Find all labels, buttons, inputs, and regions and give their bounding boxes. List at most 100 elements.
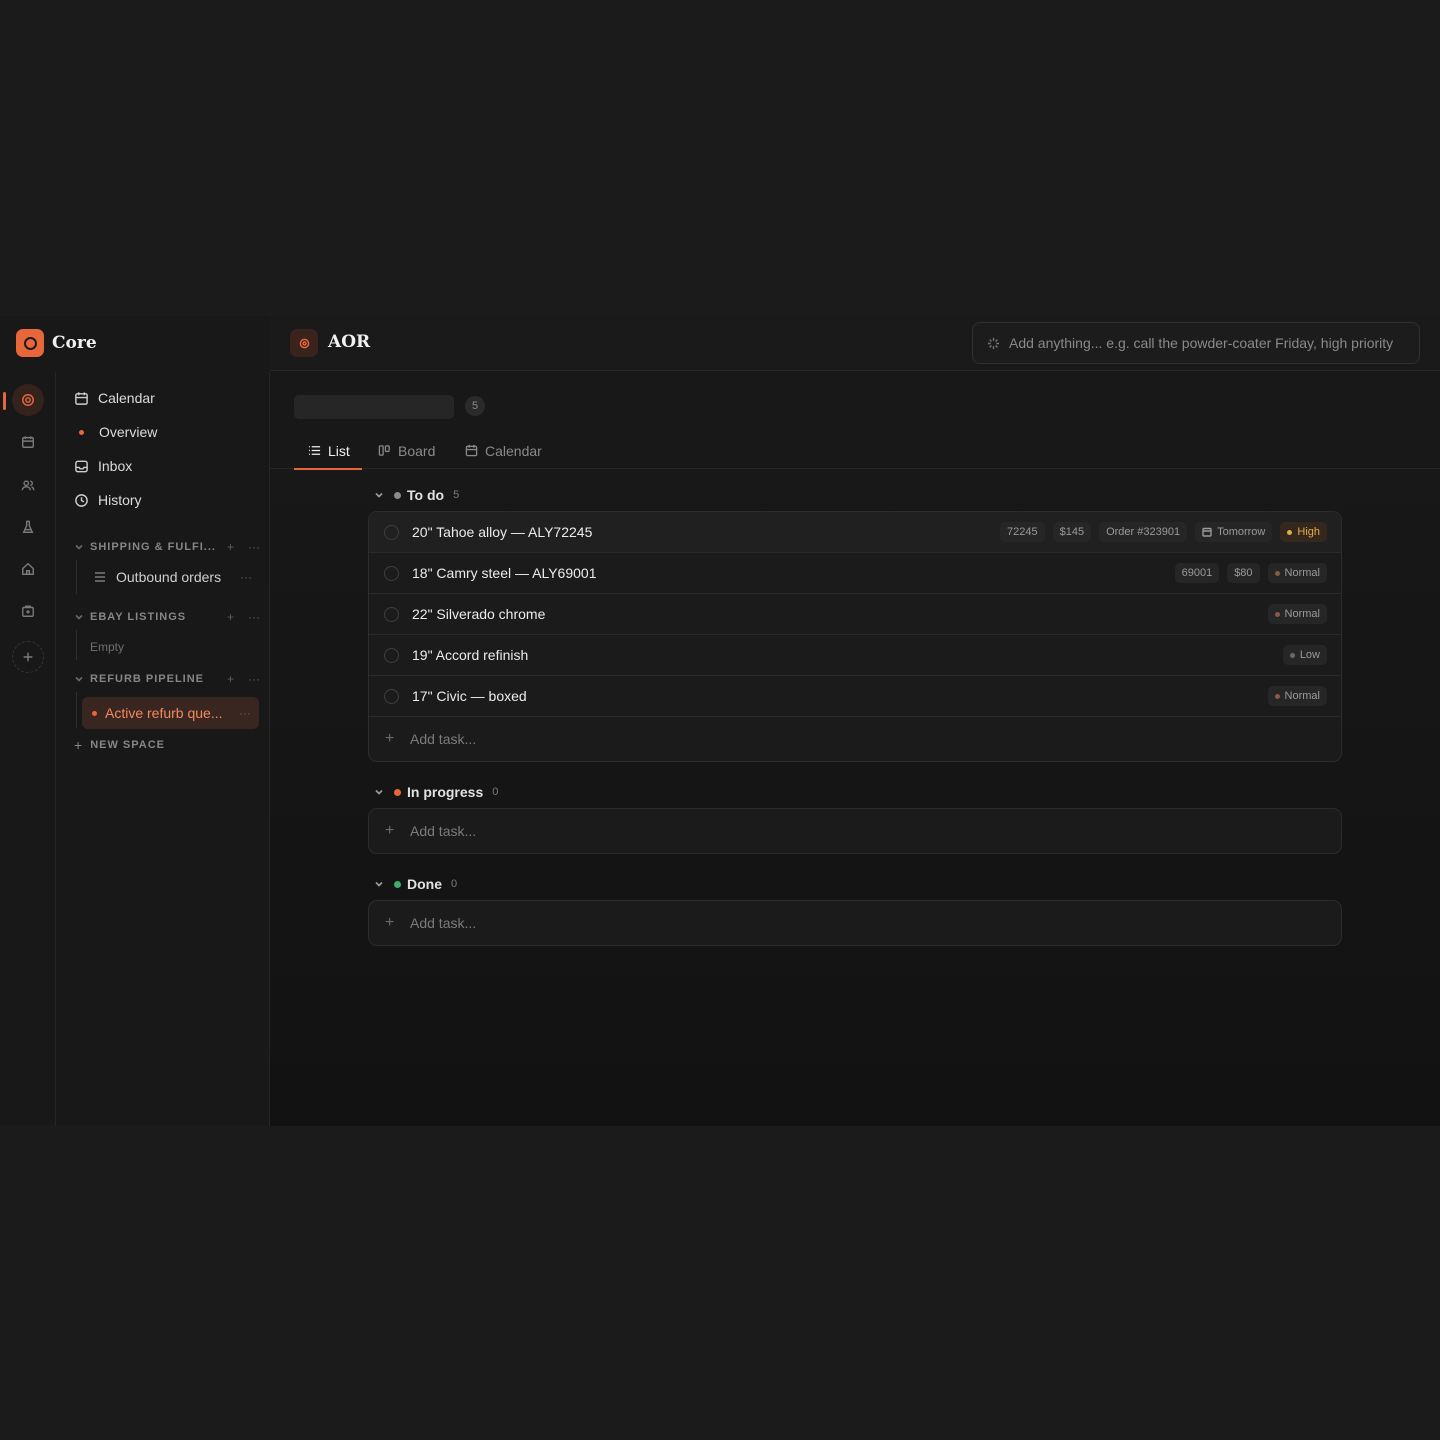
section-ebay-listings[interactable]: EBAY LISTINGS + ··· — [74, 607, 260, 627]
section-add-icon[interactable]: + — [227, 540, 234, 554]
task-checkbox[interactable] — [384, 688, 399, 704]
task-title: 22" Silverado chrome — [412, 606, 546, 622]
new-space-label: NEW SPACE — [90, 739, 165, 751]
sidebar-item-active-refurb-queue[interactable]: Active refurb que... ··· — [82, 697, 259, 729]
group-count: 0 — [451, 878, 458, 890]
brand[interactable]: Core — [16, 329, 97, 357]
sidebar-item-outbound-orders[interactable]: Outbound orders ··· — [86, 563, 260, 591]
more-icon[interactable]: ··· — [240, 570, 252, 584]
calendar-icon — [22, 436, 34, 448]
sub-item-label: Active refurb que... — [105, 705, 223, 721]
priority-dot-icon — [1287, 529, 1293, 535]
tab-list[interactable]: List — [294, 432, 362, 470]
task-row[interactable]: 17" Civic — boxed Normal — [369, 676, 1341, 717]
sidebar-item-overview[interactable]: Overview — [74, 419, 157, 445]
list-icon — [308, 446, 321, 455]
rail-home-button[interactable] — [12, 553, 44, 585]
calendar-icon — [1202, 527, 1212, 537]
sidebar-item-label: Inbox — [98, 458, 133, 474]
group-count: 5 — [453, 489, 460, 501]
tab-calendar[interactable]: Calendar — [465, 432, 542, 469]
list-icon — [95, 572, 105, 582]
sidebar-item-label: Overview — [99, 424, 158, 440]
add-task-button[interactable]: + Add task... — [369, 809, 1341, 853]
status-dot-icon — [394, 788, 401, 796]
page-title: AOR — [328, 332, 371, 352]
tab-board[interactable]: Board — [378, 432, 435, 469]
section-title: SHIPPING & FULFI... — [90, 541, 216, 553]
section-add-icon[interactable]: + — [227, 610, 234, 624]
task-checkbox[interactable] — [384, 647, 399, 663]
list-title-input[interactable] — [294, 395, 454, 419]
status-dot-icon — [394, 880, 401, 888]
rail-add-button[interactable] — [12, 641, 44, 673]
tab-label: List — [328, 442, 350, 459]
sidebar-item-history[interactable]: History — [74, 487, 142, 513]
sidebar: Calendar Overview Inbox History SHIPPING… — [56, 372, 270, 1126]
group-card-in-progress: + Add task... — [368, 808, 1342, 854]
more-icon[interactable]: ··· — [239, 706, 251, 720]
tree-line — [76, 630, 77, 660]
rail-target-button[interactable] — [12, 384, 44, 416]
task-checkbox[interactable] — [384, 524, 399, 540]
topbar: AOR Add anything... e.g. call the powder… — [270, 316, 1440, 371]
view-tabs: List Board Calendar — [270, 432, 1440, 470]
sparkle-icon — [987, 337, 1000, 349]
priority-badge[interactable]: Normal — [1267, 686, 1327, 706]
priority-badge[interactable]: Normal — [1267, 604, 1327, 624]
group-name: To do — [407, 487, 445, 503]
new-space-button[interactable]: + NEW SPACE — [74, 735, 165, 755]
chevron-down-icon — [75, 676, 83, 682]
chevron-down-icon — [75, 614, 83, 620]
rail-flask-button[interactable] — [12, 511, 44, 543]
sidebar-item-inbox[interactable]: Inbox — [74, 453, 132, 479]
section-shipping[interactable]: SHIPPING & FULFI... + ··· — [74, 537, 260, 557]
tree-line — [76, 560, 77, 594]
priority-badge[interactable]: Normal — [1267, 563, 1327, 583]
section-empty-label: Empty — [90, 640, 125, 654]
priority-badge[interactable]: High — [1280, 522, 1327, 542]
task-row[interactable]: 18" Camry steel — ALY69001 69001 $80 Nor… — [369, 553, 1341, 594]
section-add-icon[interactable]: + — [227, 672, 234, 686]
group-header-in-progress[interactable]: In progress 0 — [374, 782, 498, 802]
space-target-icon — [290, 329, 318, 357]
task-row[interactable]: 22" Silverado chrome Normal — [369, 594, 1341, 635]
group-name: In progress — [407, 784, 484, 800]
status-dot-icon — [394, 491, 401, 499]
section-more-icon[interactable]: ··· — [248, 610, 260, 624]
section-more-icon[interactable]: ··· — [248, 540, 260, 554]
priority-dot-icon — [1289, 652, 1295, 658]
priority-label: Normal — [1284, 567, 1320, 579]
brand-logo-icon — [16, 329, 44, 357]
task-checkbox[interactable] — [384, 565, 399, 581]
brand-name: Core — [52, 333, 97, 353]
sub-item-label: Outbound orders — [116, 569, 222, 585]
quick-add-input[interactable]: Add anything... e.g. call the powder-coa… — [972, 322, 1420, 364]
priority-badge[interactable]: Low — [1282, 645, 1327, 665]
task-row[interactable]: 20" Tahoe alloy — ALY72245 72245 $145 Or… — [369, 512, 1341, 553]
rail-calendar-button[interactable] — [12, 426, 44, 458]
rail-medkit-button[interactable] — [12, 595, 44, 627]
group-card-todo: 20" Tahoe alloy — ALY72245 72245 $145 Or… — [368, 511, 1342, 762]
section-more-icon[interactable]: ··· — [248, 672, 260, 686]
target-icon — [22, 394, 34, 406]
section-refurb-pipeline[interactable]: REFURB PIPELINE + ··· — [74, 669, 260, 689]
group-header-done[interactable]: Done 0 — [374, 874, 457, 894]
add-task-label: Add task... — [410, 731, 477, 747]
chevron-down-icon — [375, 492, 383, 498]
add-task-button[interactable]: + Add task... — [369, 717, 1341, 761]
medkit-icon — [22, 605, 34, 617]
icon-rail — [0, 372, 56, 1126]
tree-line — [76, 692, 77, 728]
sidebar-item-calendar[interactable]: Calendar — [74, 385, 155, 411]
task-title: 20" Tahoe alloy — ALY72245 — [412, 524, 593, 540]
group-name: Done — [407, 876, 442, 892]
task-checkbox[interactable] — [384, 606, 399, 622]
group-header-todo[interactable]: To do 5 — [374, 485, 459, 505]
priority-dot-icon — [1274, 693, 1280, 699]
due-date-chip[interactable]: Tomorrow — [1195, 522, 1273, 542]
add-task-button[interactable]: + Add task... — [369, 901, 1341, 945]
task-row[interactable]: 19" Accord refinish Low — [369, 635, 1341, 676]
rail-people-button[interactable] — [12, 469, 44, 501]
quick-add-placeholder: Add anything... e.g. call the powder-coa… — [1009, 335, 1394, 351]
